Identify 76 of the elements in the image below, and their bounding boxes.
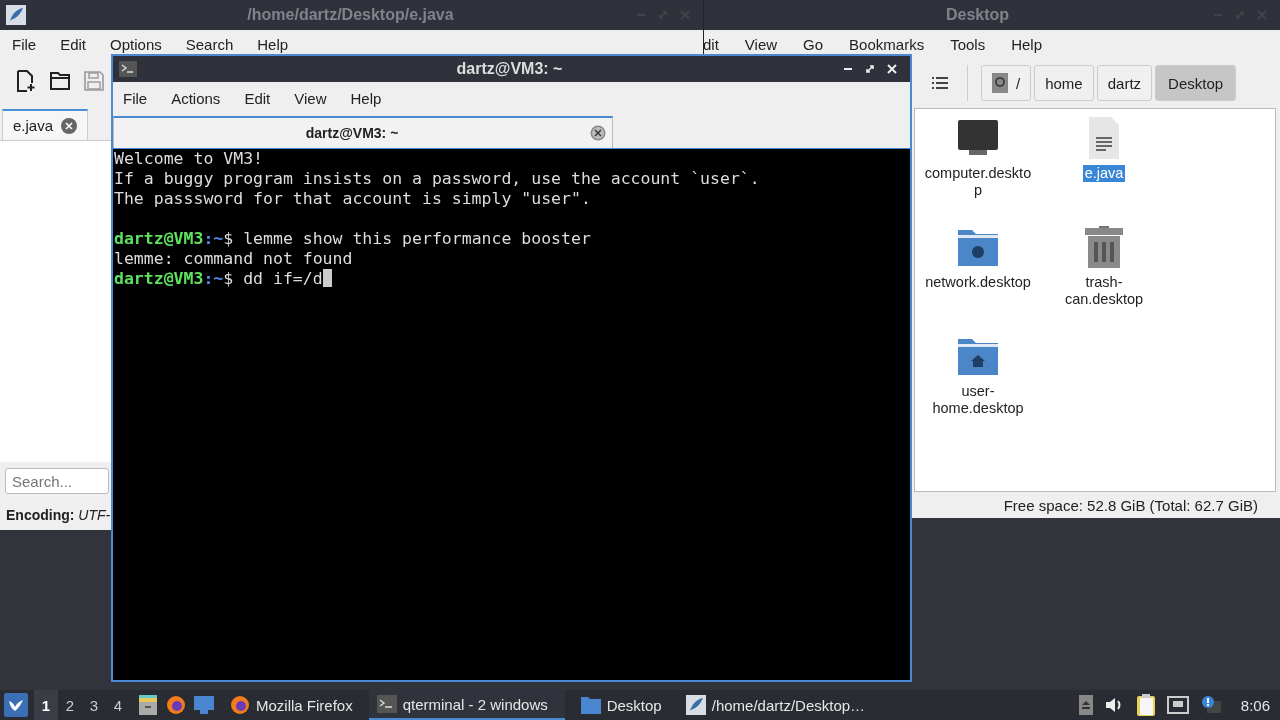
terminal-output: If a buggy program insists on a password, use the account `user`.	[114, 169, 761, 189]
prompt-user: dartz@VM3	[114, 229, 204, 248]
window-title: dartz@VM3: ~	[455, 60, 564, 78]
terminal-output: Welcome to VM3!	[114, 149, 264, 169]
menu-item[interactable]: Edit	[60, 35, 87, 53]
file-cabinet-icon[interactable]	[138, 695, 158, 715]
network-icon[interactable]	[1166, 696, 1189, 714]
path-button[interactable]: home	[1034, 65, 1094, 101]
document-icon[interactable]	[1088, 117, 1120, 159]
menu-item[interactable]: View	[744, 35, 778, 53]
close-icon[interactable]	[61, 117, 78, 134]
new-file-icon[interactable]	[16, 70, 36, 92]
menu-item[interactable]: Options	[110, 35, 162, 53]
task-button[interactable]: Desktop	[572, 690, 670, 720]
terminal-icon	[119, 61, 137, 77]
list-view-icon[interactable]	[932, 76, 948, 90]
prompt-symbol: $	[223, 229, 234, 248]
file-name[interactable]: computer.desktop	[924, 165, 1032, 199]
terminal-output: lemme: command not found	[114, 249, 354, 269]
prompt-path: :~	[203, 269, 224, 288]
trash-icon[interactable]	[1085, 226, 1123, 268]
fox-globe-icon	[230, 695, 250, 715]
desktop-icon[interactable]	[194, 696, 214, 714]
file-name[interactable]: trash-can.desktop	[1050, 274, 1158, 308]
terminal-tab[interactable]: dartz@VM3: ~	[113, 116, 613, 148]
workspace-button[interactable]: 4	[106, 690, 130, 720]
prompt-path: :~	[203, 229, 224, 248]
encoding-status: Encoding: UTF-	[6, 507, 111, 523]
terminal-output: The passsword for that account is simply "user".	[114, 189, 592, 209]
prompt-user: dartz@VM3	[114, 269, 204, 288]
eject-icon[interactable]	[1078, 695, 1093, 715]
path-button[interactable]: /	[981, 65, 1032, 101]
menu-item[interactable]: File	[123, 89, 148, 107]
window-title: /home/dartz/Desktop/e.java	[246, 6, 455, 24]
folder-icon[interactable]	[50, 72, 70, 90]
menu-item[interactable]: Go	[803, 35, 824, 53]
notification-icon[interactable]	[1200, 695, 1223, 715]
window-title: Desktop	[944, 6, 1011, 24]
menu-item[interactable]: Help	[1011, 35, 1043, 53]
file-name[interactable]: e.java	[1082, 165, 1126, 182]
clipboard-icon[interactable]	[1136, 694, 1155, 716]
path-button[interactable]: dartz	[1096, 65, 1153, 101]
task-button[interactable]: /home/dartz/Desktop…	[677, 690, 874, 720]
menu-item[interactable]: Actions	[171, 89, 221, 107]
close-icon[interactable]	[590, 125, 606, 141]
task-button[interactable]: Mozilla Firefox	[222, 690, 361, 720]
clock: 8:06	[1240, 696, 1270, 714]
menu-item[interactable]: Help	[350, 89, 382, 107]
menu-item[interactable]: View	[294, 89, 327, 107]
menu-item[interactable]: Tools	[950, 35, 986, 53]
feather-icon	[6, 5, 26, 25]
menu-item[interactable]: Edit	[244, 89, 271, 107]
file-tab[interactable]: e.java	[2, 109, 89, 140]
drive-icon	[992, 73, 1008, 93]
command-text: lemme show this performance booster	[243, 229, 591, 248]
folder-icon	[580, 696, 601, 714]
menu-item[interactable]: Bookmarks	[849, 35, 925, 53]
command-text: dd if=/d	[243, 269, 323, 288]
file-name[interactable]: network.desktop	[924, 274, 1032, 291]
workspace-button[interactable]: 1	[34, 690, 58, 720]
menu-item[interactable]: dit	[703, 35, 719, 53]
path-button[interactable]: Desktop	[1155, 65, 1237, 101]
task-button[interactable]: qterminal - 2 windows	[368, 690, 565, 720]
workspace-button[interactable]: 2	[58, 690, 82, 720]
feather-icon	[685, 695, 706, 715]
menu-item[interactable]: File	[12, 35, 37, 53]
menu-item[interactable]: Help	[257, 35, 289, 53]
fox-globe-icon[interactable]	[166, 695, 186, 715]
terminal-icon	[376, 695, 397, 713]
prompt-symbol: $	[223, 269, 234, 288]
maximize-icon[interactable]	[864, 63, 876, 75]
workspace-button[interactable]: 3	[82, 690, 106, 720]
menu-item[interactable]: Search	[185, 35, 234, 53]
file-name[interactable]: user-home.desktop	[924, 383, 1032, 417]
search-field[interactable]: Search...	[5, 468, 109, 494]
status-text: Free space: 52.8 GiB (Total: 62.7 GiB)	[1003, 496, 1258, 514]
